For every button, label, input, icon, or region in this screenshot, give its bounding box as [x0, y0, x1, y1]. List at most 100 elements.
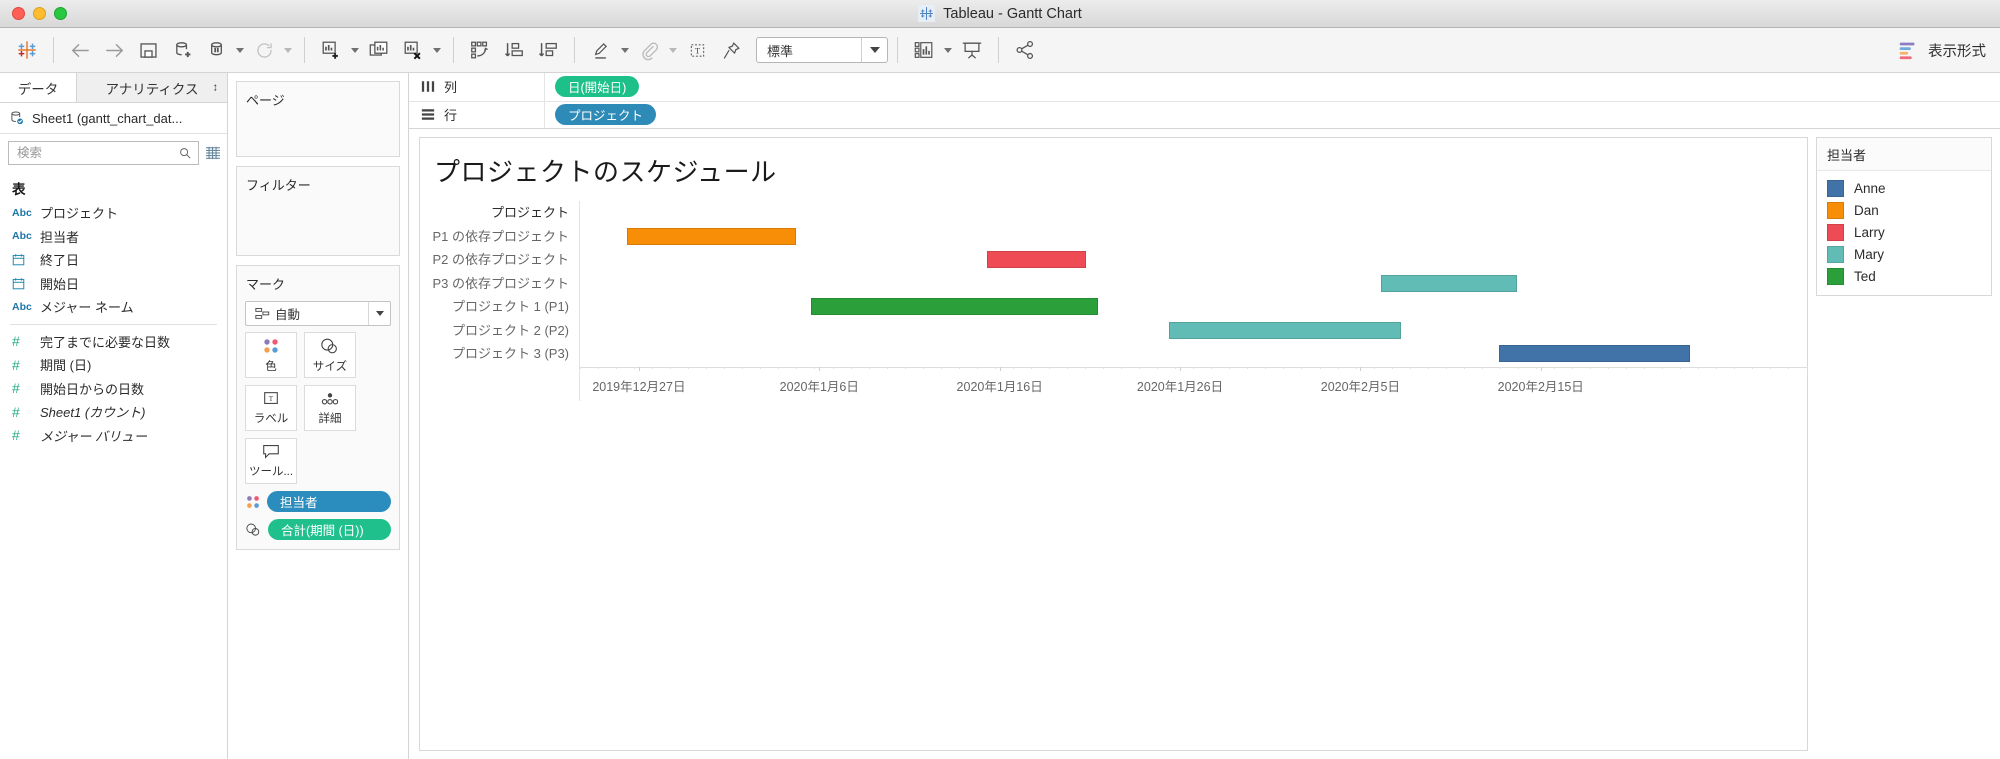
clear-sheet-menu[interactable]	[430, 35, 444, 65]
field-item[interactable]: Abc プロジェクト	[0, 201, 227, 225]
gantt-bar[interactable]	[810, 298, 1098, 315]
field-item[interactable]: 開始日	[0, 272, 227, 296]
marks-tooltip-button[interactable]: ツール...	[245, 438, 297, 484]
dimension-measure-divider	[10, 323, 217, 325]
field-item[interactable]: Abc メジャー ネーム	[0, 295, 227, 319]
field-item[interactable]: 終了日	[0, 248, 227, 272]
share-button[interactable]	[1008, 33, 1042, 67]
legend-item[interactable]: Dan	[1817, 199, 1991, 221]
number-icon: #	[12, 403, 20, 420]
new-data-source-button[interactable]	[165, 33, 199, 67]
gantt-bar[interactable]	[1168, 321, 1401, 339]
sort-updown-icon[interactable]: ↕	[213, 82, 219, 93]
legend-item[interactable]: Larry	[1817, 221, 1991, 243]
tab-analytics[interactable]: アナリティクス ↕	[76, 73, 227, 102]
pages-card[interactable]: ページ	[236, 81, 400, 157]
field-item[interactable]: # 開始日からの日数	[0, 377, 227, 401]
row-label[interactable]: P3 の依存プロジェクト	[420, 272, 569, 296]
row-label[interactable]: プロジェクト 3 (P3)	[420, 342, 569, 366]
gantt-bar[interactable]	[1381, 274, 1518, 292]
highlight-button[interactable]	[584, 33, 618, 67]
duplicate-sheet-button[interactable]	[362, 33, 396, 67]
marks-detail-button[interactable]: 詳細	[304, 385, 356, 431]
marks-card: マーク 自動 色 サイズ T ラベル 詳細 ツール... 担当者 合計(期間 (…	[236, 265, 400, 550]
filters-card[interactable]: フィルター	[236, 166, 400, 256]
clear-sheet-button[interactable]	[396, 33, 430, 67]
sort-ascending-button[interactable]	[497, 33, 531, 67]
show-mark-labels-button[interactable]: T	[680, 33, 714, 67]
tab-data[interactable]: データ	[0, 73, 76, 102]
group-members-menu[interactable]	[666, 35, 680, 65]
axis-minor-tick	[1409, 366, 1411, 369]
show-me-button[interactable]: 表示形式	[1897, 39, 1986, 61]
minimize-window-button[interactable]	[33, 7, 46, 20]
refresh-menu[interactable]	[281, 35, 295, 65]
search-input[interactable]	[17, 146, 178, 160]
field-item[interactable]: # 期間 (日)	[0, 353, 227, 377]
axis-minor-tick	[1265, 366, 1267, 369]
back-button[interactable]	[63, 33, 97, 67]
marks-pill-size[interactable]: 合計(期間 (日))	[268, 519, 391, 540]
new-worksheet-menu[interactable]	[348, 35, 362, 65]
mark-type-select[interactable]: 自動	[245, 301, 391, 326]
columns-shelf[interactable]: 列 日(開始日)	[409, 73, 2000, 101]
swap-rows-columns-button[interactable]	[463, 33, 497, 67]
pause-auto-updates-button[interactable]	[199, 33, 233, 67]
pill-columns-start-date[interactable]: 日(開始日)	[555, 76, 640, 98]
marks-label-button[interactable]: T ラベル	[245, 385, 297, 431]
dimensions-list: Abc プロジェクト Abc 担当者 終了日 開始日 Abc メジャー ネーム	[0, 201, 227, 319]
rows-shelf-drop[interactable]: プロジェクト	[545, 104, 2000, 126]
save-icon	[139, 42, 157, 58]
chevron-down-icon[interactable]	[368, 302, 390, 325]
gantt-bar[interactable]	[1499, 345, 1691, 362]
row-label[interactable]: P1 の依存プロジェクト	[420, 225, 569, 249]
tab-analytics-label: アナリティクス	[105, 81, 199, 97]
field-item[interactable]: # Sheet1 (カウント)	[0, 400, 227, 424]
row-label[interactable]: プロジェクト 2 (P2)	[420, 319, 569, 343]
refresh-button[interactable]	[247, 33, 281, 67]
fix-axes-button[interactable]	[714, 33, 748, 67]
maximize-window-button[interactable]	[54, 7, 67, 20]
legend-item[interactable]: Anne	[1817, 177, 1991, 199]
marks-color-button[interactable]: 色	[245, 332, 297, 378]
forward-button[interactable]	[97, 33, 131, 67]
field-item[interactable]: Abc 担当者	[0, 225, 227, 249]
size-icon	[321, 338, 337, 353]
columns-shelf-drop[interactable]: 日(開始日)	[545, 76, 2000, 98]
pill-rows-project[interactable]: プロジェクト	[555, 104, 657, 126]
marks-pill-color[interactable]: 担当者	[267, 491, 391, 512]
field-item[interactable]: # メジャー バリュー	[0, 424, 227, 448]
show-hide-cards-menu[interactable]	[941, 35, 955, 65]
row-label[interactable]: プロジェクト 1 (P1)	[420, 295, 569, 319]
save-button[interactable]	[131, 33, 165, 67]
legend-item[interactable]: Ted	[1817, 265, 1991, 287]
marks-size-button[interactable]: サイズ	[304, 332, 356, 378]
fit-select[interactable]: 標準	[756, 37, 888, 63]
gantt-bar[interactable]	[626, 227, 796, 245]
legend-item[interactable]: Mary	[1817, 243, 1991, 265]
database-pause-icon	[210, 41, 222, 55]
group-members-button[interactable]	[632, 33, 666, 67]
sort-descending-button[interactable]	[531, 33, 565, 67]
gantt-bar[interactable]	[987, 251, 1086, 268]
search-input-wrapper[interactable]	[8, 141, 199, 165]
chevron-down-icon[interactable]	[861, 38, 887, 62]
presentation-mode-button[interactable]	[955, 33, 989, 67]
view-data-grid-button[interactable]	[205, 146, 221, 160]
new-worksheet-button[interactable]	[314, 33, 348, 67]
color-legend[interactable]: 担当者 Anne Dan Larry Mary Ted	[1816, 137, 1992, 296]
row-label[interactable]: P2 の依存プロジェクト	[420, 248, 569, 272]
window-controls[interactable]	[0, 7, 67, 20]
rows-shelf[interactable]: 行 プロジェクト	[409, 100, 2000, 128]
worksheet[interactable]: プロジェクトのスケジュール プロジェクト P1 の依存プロジェクト P2 の依存…	[419, 137, 1808, 751]
show-hide-cards-button[interactable]	[907, 33, 941, 67]
highlight-menu[interactable]	[618, 35, 632, 65]
field-item[interactable]: # 完了までに必要な日数	[0, 330, 227, 354]
x-axis[interactable]: 2019年12月27日 2020年1月6日 2020年1月16日 2020年1月26日…	[580, 366, 1808, 401]
data-source-item[interactable]: Sheet1 (gantt_chart_dat...	[0, 103, 227, 134]
measures-list: # 完了までに必要な日数 # 期間 (日) # 開始日からの日数 # Sheet…	[0, 330, 227, 448]
tableau-home-button[interactable]	[10, 33, 44, 67]
size-icon	[246, 523, 260, 536]
pause-auto-updates-menu[interactable]	[233, 35, 247, 65]
close-window-button[interactable]	[12, 7, 25, 20]
